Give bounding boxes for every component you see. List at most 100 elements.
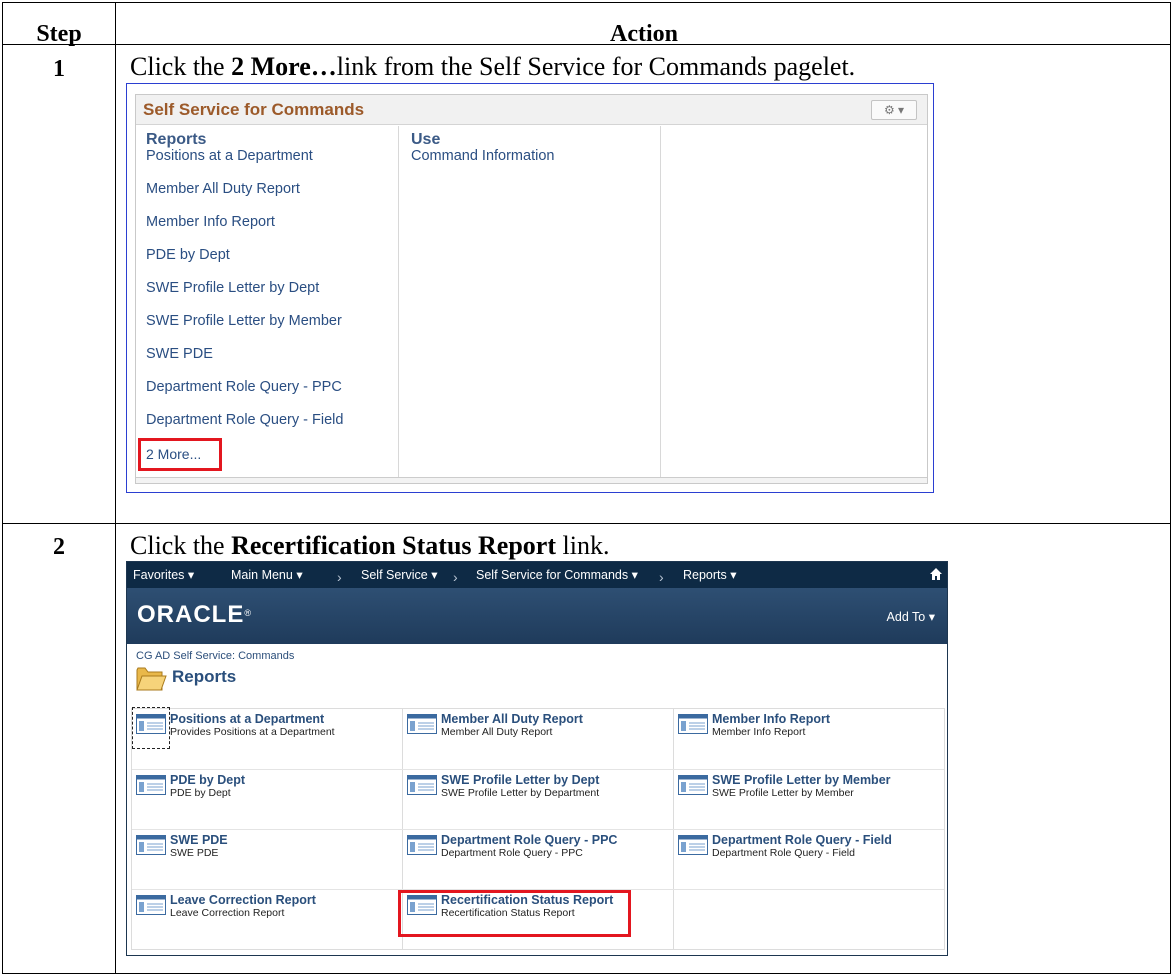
- report-name[interactable]: PDE by Dept: [170, 774, 245, 787]
- reports-column: Reports Positions at a Department Member…: [136, 126, 399, 478]
- step-2-instruction: Click the Recertification Status Report …: [130, 532, 609, 560]
- chevron-down-icon: ▾: [631, 568, 638, 582]
- report-icon: [678, 835, 708, 855]
- instruction-bold: Recertification Status Report: [231, 531, 557, 560]
- report-icon: [407, 835, 437, 855]
- highlight-box-recertification: [398, 890, 631, 937]
- report-description: PDE by Dept: [170, 787, 231, 799]
- header-step: Step: [36, 21, 82, 47]
- link-swe-profile-letter-by-dept[interactable]: SWE Profile Letter by Dept: [146, 280, 319, 296]
- link-swe-pde[interactable]: SWE PDE: [146, 346, 213, 362]
- nav-favorites-label: Favorites: [133, 568, 185, 582]
- chevron-down-icon: ▾: [431, 568, 438, 582]
- report-tile[interactable]: Member All Duty Report Member All Duty R…: [403, 709, 673, 769]
- link-member-info-report[interactable]: Member Info Report: [146, 214, 275, 230]
- instruction-text: Click the: [130, 52, 232, 81]
- step-1-instruction: Click the 2 More…link from the Self Serv…: [130, 53, 855, 81]
- chevron-right-icon: ›: [337, 569, 342, 585]
- report-name[interactable]: Department Role Query - PPC: [441, 834, 617, 847]
- nav-main-menu[interactable]: Main Menu ▾: [231, 568, 303, 582]
- link-command-information[interactable]: Command Information: [411, 148, 554, 164]
- report-name[interactable]: Department Role Query - Field: [712, 834, 892, 847]
- use-heading: Use: [411, 131, 441, 148]
- report-icon: [136, 835, 166, 855]
- report-description: Provides Positions at a Department: [170, 726, 335, 738]
- step-number-2: 2: [53, 534, 65, 560]
- instruction-text: link.: [556, 531, 610, 560]
- report-icon: [678, 775, 708, 795]
- chevron-down-icon: ▾: [928, 610, 935, 624]
- gear-icon[interactable]: ⚙ ▾: [871, 100, 917, 120]
- brand-header: ORACLE® Add To ▾: [127, 588, 947, 644]
- nav-reports-label: Reports: [683, 568, 727, 582]
- report-tile[interactable]: Department Role Query - Field Department…: [674, 830, 944, 890]
- report-tile[interactable]: Department Role Query - PPC Department R…: [403, 830, 673, 890]
- add-to-label: Add To: [886, 610, 926, 624]
- report-tile[interactable]: Leave Correction Report Leave Correction…: [132, 890, 402, 950]
- reports-heading: Reports: [146, 131, 207, 148]
- instruction-bold: 2 More…: [231, 52, 337, 81]
- pagelet-title: Self Service for Commands: [143, 100, 365, 119]
- chevron-down-icon: ▾: [730, 568, 737, 582]
- report-name[interactable]: Positions at a Department: [170, 713, 324, 726]
- nav-self-service[interactable]: Self Service ▾: [361, 568, 437, 582]
- folder-icon: [136, 667, 167, 691]
- report-description: SWE Profile Letter by Department: [441, 787, 600, 799]
- report-tile[interactable]: SWE Profile Letter by Member SWE Profile…: [674, 770, 944, 830]
- oracle-logo-text: ORACLE: [137, 601, 245, 628]
- report-icon: [136, 775, 166, 795]
- report-name[interactable]: SWE Profile Letter by Member: [712, 774, 891, 787]
- pagelet-footer: [136, 477, 927, 483]
- self-service-pagelet: Self Service for Commands ⚙ ▾ Reports Po…: [135, 94, 928, 484]
- report-tile[interactable]: SWE Profile Letter by Dept SWE Profile L…: [403, 770, 673, 830]
- instruction-text: Click the: [130, 531, 232, 560]
- reports-content: CG AD Self Service: Commands Reports Pos…: [127, 644, 947, 955]
- breadcrumb[interactable]: CG AD Self Service: Commands: [136, 650, 294, 662]
- report-description: Leave Correction Report: [170, 907, 285, 919]
- row-divider: [3, 523, 1170, 524]
- link-department-role-query-ppc[interactable]: Department Role Query - PPC: [146, 379, 342, 395]
- pagelet-header: Self Service for Commands ⚙ ▾: [136, 95, 927, 125]
- report-description: SWE Profile Letter by Member: [712, 787, 854, 799]
- link-positions-at-department[interactable]: Positions at a Department: [146, 148, 313, 164]
- use-column: Use Command Information: [399, 126, 661, 478]
- nav-commands-label: Self Service for Commands: [476, 568, 629, 582]
- nav-main-menu-label: Main Menu: [231, 568, 293, 582]
- chevron-down-icon: ▾: [296, 568, 303, 582]
- report-name[interactable]: SWE PDE: [170, 834, 228, 847]
- add-to-menu[interactable]: Add To ▾: [887, 610, 935, 624]
- report-description: Member All Duty Report: [441, 726, 553, 738]
- nav-reports[interactable]: Reports ▾: [683, 568, 737, 582]
- highlight-box-2-more: [138, 438, 222, 471]
- report-name[interactable]: Leave Correction Report: [170, 894, 316, 907]
- report-name[interactable]: Member All Duty Report: [441, 713, 583, 726]
- report-icon: [136, 714, 166, 734]
- link-pde-by-dept[interactable]: PDE by Dept: [146, 247, 230, 263]
- chevron-down-icon: ▾: [187, 568, 195, 582]
- report-icon: [407, 714, 437, 734]
- oracle-logo: ORACLE®: [137, 601, 252, 628]
- report-description: Department Role Query - PPC: [441, 847, 583, 859]
- report-tile[interactable]: PDE by Dept PDE by Dept: [132, 770, 402, 830]
- report-description: SWE PDE: [170, 847, 219, 859]
- report-name[interactable]: SWE Profile Letter by Dept: [441, 774, 599, 787]
- report-name[interactable]: Member Info Report: [712, 713, 830, 726]
- nav-self-service-for-commands[interactable]: Self Service for Commands ▾: [476, 568, 638, 582]
- instruction-text: link from the Self Service for Commands …: [336, 52, 856, 81]
- link-swe-profile-letter-by-member[interactable]: SWE Profile Letter by Member: [146, 313, 342, 329]
- navigation-bar: Favorites ▾ Main Menu ▾ › Self Service ▾…: [127, 562, 947, 588]
- nav-favorites[interactable]: Favorites ▾: [133, 568, 194, 582]
- home-icon[interactable]: [929, 567, 943, 581]
- report-tile[interactable]: Positions at a Department Provides Posit…: [132, 707, 402, 769]
- report-description: Member Info Report: [712, 726, 806, 738]
- link-member-all-duty-report[interactable]: Member All Duty Report: [146, 181, 300, 197]
- report-description: Department Role Query - Field: [712, 847, 855, 859]
- link-department-role-query-field[interactable]: Department Role Query - Field: [146, 412, 343, 428]
- report-icon: [136, 895, 166, 915]
- report-tile[interactable]: SWE PDE SWE PDE: [132, 830, 402, 890]
- report-icon: [678, 714, 708, 734]
- pagelet-screenshot: Self Service for Commands ⚙ ▾ Reports Po…: [126, 83, 934, 493]
- report-tile[interactable]: Member Info Report Member Info Report: [674, 709, 944, 769]
- nav-self-service-label: Self Service: [361, 568, 428, 582]
- report-icon: [407, 775, 437, 795]
